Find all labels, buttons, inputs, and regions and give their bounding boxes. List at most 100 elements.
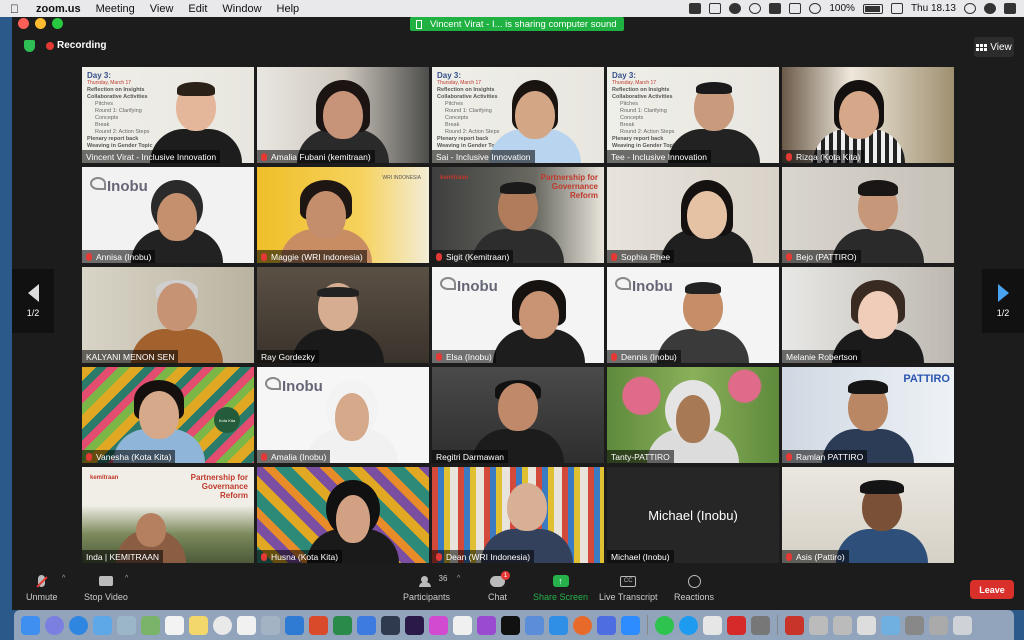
video-tile[interactable]: Inobu Elsa (Inobu) [432,267,604,363]
video-tile[interactable]: Day 3: Thursday, March 17 Reflection on … [607,67,779,163]
fullscreen-window-button[interactable] [52,18,63,29]
video-tile[interactable]: Rizqa (Kota Kita) [782,67,954,163]
video-tile[interactable]: Ray Gordezky [257,267,429,363]
leave-button[interactable]: Leave [970,580,1014,599]
video-tile[interactable]: kemitraan Partnership for Governance Ref… [432,167,604,263]
skype-icon[interactable] [679,615,698,635]
menu-app-name[interactable]: zoom.us [36,3,81,15]
wifi-icon[interactable] [809,3,822,14]
apple-tv-icon[interactable] [501,615,520,635]
chat-button[interactable]: 1 Chat [488,571,510,602]
share-screen-button[interactable]: ↑ Share Screen [533,575,588,602]
participants-button[interactable]: 36 Participants [403,574,450,602]
video-tile[interactable]: Day 3: Thursday, March 17 Reflection on … [82,67,254,163]
powerpoint-icon[interactable] [309,615,328,635]
screenshot-icon[interactable] [881,615,900,635]
video-tile[interactable]: Asis (Pattiro) [782,467,954,563]
app-window-icon[interactable] [751,615,770,635]
safari-icon[interactable] [69,615,88,635]
next-page-button[interactable]: 1/2 [982,269,1024,333]
folder-icon[interactable] [929,615,948,635]
video-tile-active-speaker[interactable]: Michael (Inobu) Michael (Inobu) [607,467,779,563]
menu-edit[interactable]: Edit [188,3,207,15]
zoom-icon[interactable] [621,615,640,635]
siri-icon[interactable] [984,3,996,14]
trash-icon[interactable] [953,615,972,635]
mail-icon[interactable] [93,615,112,635]
apple-icon[interactable]:  [10,2,24,16]
video-options-caret[interactable]: ^ [125,575,128,582]
reminders-icon[interactable] [237,615,256,635]
cloud-icon[interactable] [749,3,762,14]
video-tile[interactable]: kemitraan Partnership for Governance Ref… [82,467,254,563]
video-tile[interactable]: Sophia Rhee [607,167,779,263]
video-tile[interactable]: WRI INDONESIA Maggie (WRI Indonesia) [257,167,429,263]
reactions-button[interactable]: Reactions [674,575,714,602]
bluetooth-icon[interactable] [789,3,802,14]
notes-icon[interactable] [189,615,208,635]
live-transcript-button[interactable]: CC Live Transcript [599,575,658,602]
video-tile[interactable]: Bejo (PATTIRO) [782,167,954,263]
pdf-icon[interactable] [785,615,804,635]
preview-icon[interactable] [261,615,280,635]
video-tile[interactable]: Day 3: Thursday, March 17 Reflection on … [432,67,604,163]
maps-icon[interactable] [141,615,160,635]
battery-icon[interactable] [862,3,883,14]
teams-icon[interactable] [597,615,616,635]
question-icon-2[interactable] [833,615,852,635]
security-shield-icon[interactable] [24,40,35,52]
video-tile[interactable]: Dean (WRI Indonesia) [432,467,604,563]
calendar-icon[interactable] [165,615,184,635]
video-tile[interactable]: Amalia Fubani (kemitraan) [257,67,429,163]
menu-window[interactable]: Window [222,3,261,15]
video-tile[interactable]: Husna (Kota Kita) [257,467,429,563]
compass-icon[interactable] [729,3,742,14]
video-tile[interactable]: Regitri Darmawan [432,367,604,463]
screen-icon[interactable] [709,3,722,14]
document-icon[interactable] [857,615,876,635]
keynote-icon[interactable] [381,615,400,635]
photo-preview-icon[interactable] [117,615,136,635]
recording-label[interactable]: Recording [57,40,106,51]
mendeley-red-icon[interactable] [727,615,746,635]
podcasts-icon[interactable] [429,615,448,635]
clock[interactable]: Thu 18.13 [911,3,956,14]
flag-icon[interactable] [890,3,903,14]
excel-icon[interactable] [333,615,352,635]
view-button[interactable]: View [974,37,1014,57]
participants-options-caret[interactable]: ^ [457,575,460,582]
mendeley-icon[interactable] [703,615,722,635]
unmute-button[interactable]: Unmute [26,575,58,602]
video-tile[interactable]: Inobu Amalia (Inobu) [257,367,429,463]
zoom-status-icon[interactable] [689,3,702,14]
outlook-icon[interactable] [357,615,376,635]
control-center-icon[interactable] [1004,3,1016,14]
menu-meeting[interactable]: Meeting [96,3,135,15]
music-icon[interactable] [453,615,472,635]
itunes-icon[interactable] [477,615,496,635]
photos-icon[interactable] [213,615,232,635]
sharing-sound-banner[interactable]: Vincent Virat - I... is sharing computer… [410,17,624,31]
firefox-icon[interactable] [573,615,592,635]
previous-page-button[interactable]: 1/2 [12,269,54,333]
video-tile[interactable]: PATTIRO Ramlan PATTIRO [782,367,954,463]
close-window-button[interactable] [18,18,29,29]
downloads-icon[interactable] [905,615,924,635]
app-store-icon[interactable] [549,615,568,635]
minimize-window-button[interactable] [35,18,46,29]
launchpad-icon[interactable] [45,615,64,635]
finder-icon[interactable] [21,615,40,635]
settings-icon[interactable] [525,615,544,635]
video-tile[interactable]: Tanty-PATTIRO [607,367,779,463]
video-tile[interactable]: KALYANI MENON SEN [82,267,254,363]
audio-options-caret[interactable]: ^ [62,575,65,582]
text-a-icon[interactable] [769,3,782,14]
question-icon[interactable] [809,615,828,635]
video-tile[interactable]: Melanie Robertson [782,267,954,363]
word-icon[interactable] [285,615,304,635]
premiere-icon[interactable] [405,615,424,635]
stop-video-button[interactable]: Stop Video [84,575,128,602]
search-icon[interactable] [964,3,976,14]
menu-view[interactable]: View [150,3,174,15]
menu-help[interactable]: Help [277,3,300,15]
